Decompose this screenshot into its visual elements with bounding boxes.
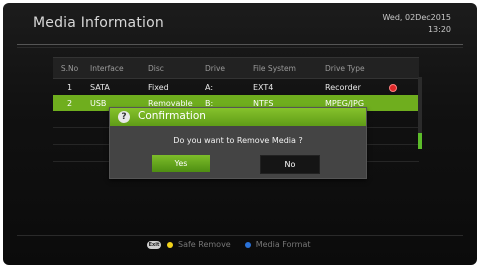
col-disc: Disc: [148, 63, 164, 73]
cell-drive: A:: [205, 82, 214, 92]
table-header: S.No Interface Disc Drive File System Dr…: [53, 57, 419, 79]
page-title: Media Information: [33, 15, 164, 31]
date-label: Wed, 02Dec2015: [382, 13, 451, 22]
dialog-title: Confirmation: [138, 110, 206, 122]
cell-interface: SATA: [90, 82, 110, 92]
table-scrollbar[interactable]: [418, 77, 422, 149]
footer-legend-bar: Exit Safe Remove Media Format: [17, 235, 463, 254]
cell-sno: 2: [66, 98, 73, 108]
scrollbar-thumb[interactable]: [418, 133, 422, 149]
cell-sno: 1: [66, 82, 73, 92]
col-interface: Interface: [90, 63, 124, 73]
media-information-screen: Media Information Wed, 02Dec2015 13:20 S…: [3, 3, 477, 265]
datetime: Wed, 02Dec2015 13:20: [382, 12, 451, 36]
cell-file-system: EXT4: [253, 82, 274, 92]
media-format-label: Media Format: [255, 240, 311, 249]
table-row[interactable]: 1 SATA Fixed A: EXT4 Recorder: [53, 79, 419, 95]
cell-disc: Fixed: [148, 82, 169, 92]
yellow-key-icon: [167, 241, 173, 248]
col-file-system: File System: [253, 63, 296, 73]
confirmation-dialog: ? Confirmation Do you want to Remove Med…: [109, 107, 367, 179]
remove-indicator-icon: [389, 84, 397, 92]
safe-remove-label: Safe Remove: [178, 240, 231, 249]
dialog-message: Do you want to Remove Media ?: [173, 136, 303, 145]
col-sno: S.No: [60, 63, 79, 73]
exit-key-icon: Exit: [147, 240, 161, 249]
time-label: 13:20: [427, 25, 451, 34]
key-legend: Exit Safe Remove Media Format: [147, 240, 311, 249]
col-drive-type: Drive Type: [325, 63, 365, 73]
no-button[interactable]: No: [260, 155, 320, 174]
dialog-header: ? Confirmation: [110, 108, 366, 126]
cell-drive-type: Recorder: [325, 82, 361, 92]
col-drive: Drive: [205, 63, 225, 73]
question-icon: ?: [118, 111, 130, 123]
header-divider-shadow: [17, 47, 463, 48]
header-divider: [17, 44, 463, 45]
blue-key-icon: [244, 241, 251, 248]
yes-button[interactable]: Yes: [152, 155, 210, 172]
